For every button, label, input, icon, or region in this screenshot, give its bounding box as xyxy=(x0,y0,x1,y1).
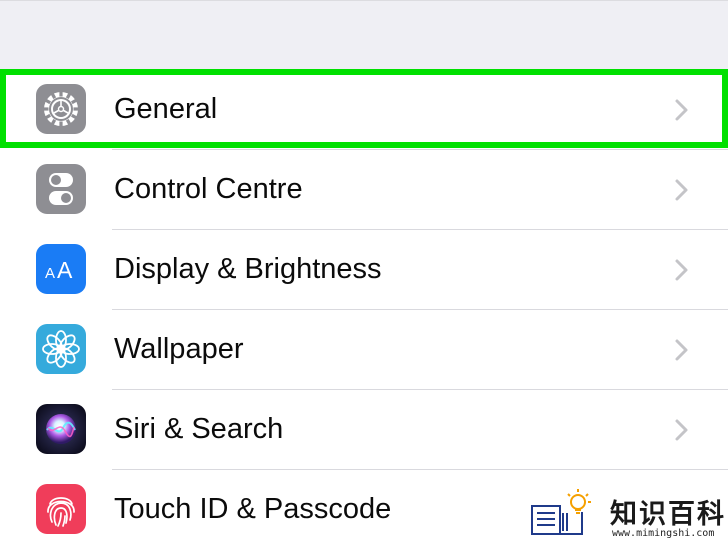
watermark-url: www.mimingshi.com xyxy=(612,528,715,539)
toggle-switches-icon xyxy=(36,164,86,214)
svg-text:A: A xyxy=(45,265,55,282)
fingerprint-icon xyxy=(36,484,86,534)
watermark-title: 知识百科 xyxy=(610,499,726,530)
settings-row-control-centre[interactable]: Control Centre xyxy=(0,150,728,230)
settings-row-wallpaper[interactable]: Wallpaper xyxy=(0,310,728,390)
settings-row-display-brightness[interactable]: A A Display & Brightness xyxy=(0,230,728,310)
settings-row-general[interactable]: General xyxy=(0,70,728,150)
text-size-aa-icon: A A xyxy=(36,244,86,294)
flower-icon xyxy=(36,324,86,374)
chevron-right-icon xyxy=(675,259,688,281)
settings-row-label: Display & Brightness xyxy=(114,253,382,285)
siri-icon xyxy=(36,404,86,454)
settings-row-label: Siri & Search xyxy=(114,413,284,445)
watermark: 知识百科 www.mimingshi.com xyxy=(530,488,728,546)
settings-row-label: Control Centre xyxy=(114,173,303,205)
gear-icon xyxy=(36,84,86,134)
settings-row-label: Touch ID & Passcode xyxy=(114,493,392,525)
book-lightbulb-icon xyxy=(531,489,591,535)
header-spacer xyxy=(0,0,728,70)
chevron-right-icon xyxy=(675,339,688,361)
settings-row-label: Wallpaper xyxy=(114,333,244,365)
settings-list: General Control Centre A A Display & Bri… xyxy=(0,70,728,550)
settings-row-siri-search[interactable]: Siri & Search xyxy=(0,390,728,470)
chevron-right-icon xyxy=(675,99,688,121)
chevron-right-icon xyxy=(675,179,688,201)
chevron-right-icon xyxy=(675,419,688,441)
svg-text:A: A xyxy=(57,257,73,283)
settings-row-label: General xyxy=(114,93,218,125)
